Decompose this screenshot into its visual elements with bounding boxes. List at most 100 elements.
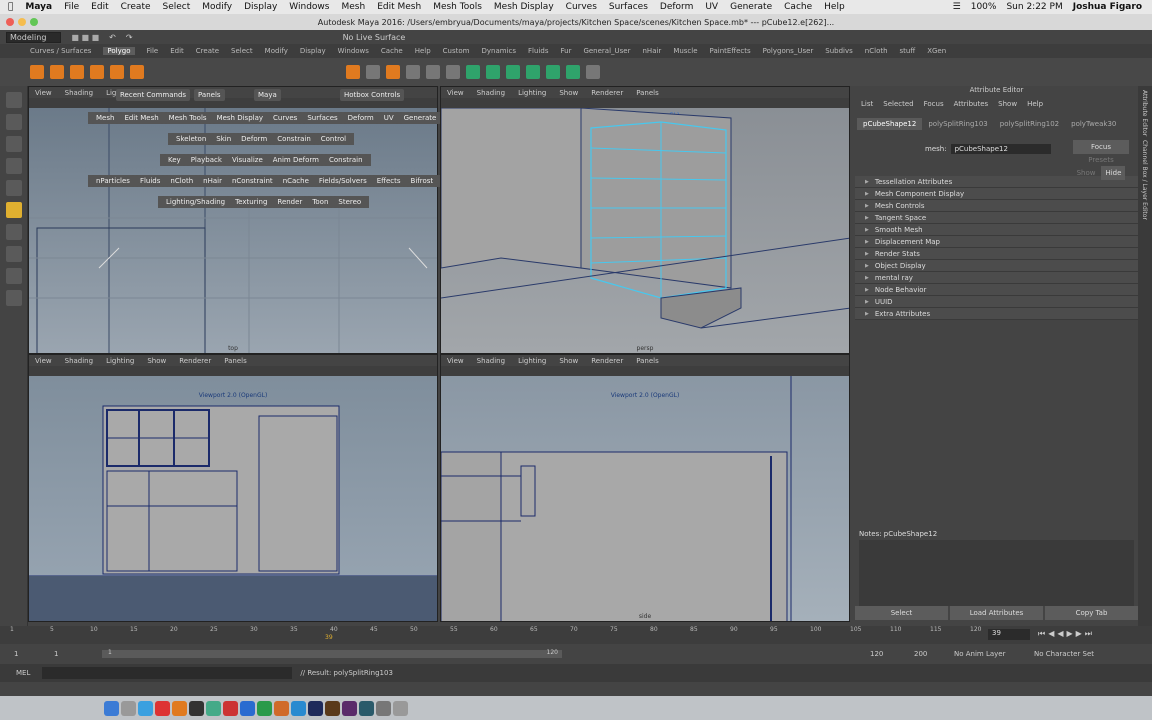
hotbox-item[interactable]: Visualize bbox=[227, 154, 267, 166]
torus-icon[interactable] bbox=[130, 65, 144, 79]
hotbox-item[interactable]: nHair bbox=[199, 175, 226, 187]
menu-edit-mesh[interactable]: Edit Mesh bbox=[377, 2, 421, 12]
outliner-layout-icon[interactable] bbox=[6, 290, 22, 306]
shelf-tab-active[interactable]: Polygo bbox=[103, 47, 135, 55]
minimize-window-icon[interactable] bbox=[18, 18, 26, 26]
mesh-name-field[interactable]: pCubeShape12 bbox=[950, 144, 1051, 154]
hotbox-item[interactable]: Effects bbox=[372, 175, 405, 187]
viewport-bottom-left[interactable]: View Shading Lighting Show Renderer Pane… bbox=[28, 354, 438, 622]
system-preferences-icon[interactable] bbox=[376, 700, 391, 716]
menu-help[interactable]: Help bbox=[824, 2, 845, 12]
hotbox-item[interactable]: Edit Mesh bbox=[120, 112, 163, 124]
menu-cache[interactable]: Cache bbox=[784, 2, 812, 12]
multi-cut-icon[interactable] bbox=[566, 65, 580, 79]
hotbox-item[interactable]: UV bbox=[379, 112, 398, 124]
menu-mesh[interactable]: Mesh bbox=[341, 2, 365, 12]
shelf-tab[interactable]: Modify bbox=[265, 47, 288, 55]
section-header[interactable]: Smooth Mesh bbox=[855, 224, 1138, 236]
select-button[interactable]: Select bbox=[855, 606, 948, 620]
move-tool-icon[interactable] bbox=[6, 158, 22, 174]
viewport-canvas[interactable]: Viewport 2.0 (OpenGL) side bbox=[441, 376, 849, 621]
notes-field[interactable] bbox=[859, 540, 1134, 606]
hotbox-item[interactable]: Bifrost bbox=[406, 175, 438, 187]
undo-icon[interactable]: ↶ bbox=[109, 33, 116, 42]
section-header[interactable]: mental ray bbox=[855, 272, 1138, 284]
trash-icon[interactable] bbox=[393, 700, 408, 716]
section-header[interactable]: Object Display bbox=[855, 260, 1138, 272]
shelf-tab[interactable]: Windows bbox=[338, 47, 369, 55]
clock[interactable]: Sun 2:22 PM bbox=[1006, 2, 1062, 12]
word-icon[interactable] bbox=[240, 700, 255, 716]
boolean-icon[interactable] bbox=[426, 65, 440, 79]
sphere-icon[interactable] bbox=[30, 65, 44, 79]
hotbox-item[interactable]: Texturing bbox=[231, 196, 272, 208]
hotbox-item[interactable]: Mesh bbox=[92, 112, 119, 124]
hotbox-item[interactable]: Skeleton bbox=[172, 133, 211, 145]
shelf-tab[interactable]: Create bbox=[196, 47, 219, 55]
hotbox-item[interactable]: Skin bbox=[212, 133, 236, 145]
messages-icon[interactable] bbox=[206, 700, 221, 716]
shelf-tab[interactable]: General_User bbox=[583, 47, 630, 55]
viewport-canvas[interactable]: Viewport 2.0 (OpenGL) bbox=[29, 376, 437, 621]
launchpad-icon[interactable] bbox=[121, 700, 136, 716]
hotbox-item[interactable]: nCloth bbox=[166, 175, 198, 187]
lasso-tool-icon[interactable] bbox=[6, 114, 22, 130]
photoshop-icon[interactable] bbox=[308, 700, 323, 716]
rotate-tool-icon[interactable] bbox=[6, 180, 22, 196]
hotbox-item[interactable]: nParticles bbox=[92, 175, 134, 187]
close-window-icon[interactable] bbox=[6, 18, 14, 26]
hotbox-recent-commands[interactable]: Recent Commands bbox=[116, 89, 191, 101]
range-start-field[interactable]: 1 bbox=[54, 650, 94, 658]
hotbox-maya[interactable]: Maya bbox=[254, 89, 281, 101]
hotbox-item[interactable]: Constrain bbox=[325, 154, 367, 166]
tab-polysplitring102[interactable]: polySplitRing102 bbox=[994, 118, 1065, 130]
safari-icon[interactable] bbox=[138, 700, 153, 716]
premiere-icon[interactable] bbox=[342, 700, 357, 716]
vp-menu-show[interactable]: Show bbox=[147, 357, 166, 365]
character-set-dropdown[interactable]: No Character Set bbox=[1034, 650, 1124, 658]
fill-hole-icon[interactable] bbox=[526, 65, 540, 79]
command-input[interactable] bbox=[42, 667, 293, 679]
shelf-tab[interactable]: Fluids bbox=[528, 47, 548, 55]
start-frame-field[interactable]: 1 bbox=[14, 650, 54, 658]
hotbox-item[interactable]: Anim Deform bbox=[268, 154, 323, 166]
extract-icon[interactable] bbox=[386, 65, 400, 79]
shelf-tab[interactable]: File bbox=[147, 47, 159, 55]
separate-icon[interactable] bbox=[366, 65, 380, 79]
shelf-tab[interactable]: stuff bbox=[900, 47, 916, 55]
vp-menu-panels[interactable]: Panels bbox=[224, 357, 247, 365]
tab-polytweak30[interactable]: polyTweak30 bbox=[1065, 118, 1122, 130]
chrome-icon[interactable] bbox=[155, 700, 170, 716]
ae-menu-attributes[interactable]: Attributes bbox=[954, 100, 989, 108]
viewport-toolbar[interactable] bbox=[441, 98, 849, 108]
hide-button[interactable]: Hide bbox=[1101, 166, 1126, 180]
section-header[interactable]: UUID bbox=[855, 296, 1138, 308]
range-end-field[interactable]: 120 bbox=[870, 650, 914, 658]
vp-menu-panels[interactable]: Panels bbox=[636, 357, 659, 365]
hotbox-item[interactable]: Constrain bbox=[273, 133, 315, 145]
cone-icon[interactable] bbox=[90, 65, 104, 79]
ae-menu-help[interactable]: Help bbox=[1027, 100, 1043, 108]
menu-surfaces[interactable]: Surfaces bbox=[609, 2, 648, 12]
hotbox-item[interactable]: Deform bbox=[237, 133, 272, 145]
shelf-tab[interactable]: Dynamics bbox=[482, 47, 517, 55]
vp-menu-lighting[interactable]: Lighting bbox=[106, 357, 134, 365]
cube-icon[interactable] bbox=[50, 65, 64, 79]
menu-windows[interactable]: Windows bbox=[289, 2, 329, 12]
hotbox-item[interactable]: Mesh Display bbox=[212, 112, 268, 124]
shelf-tab[interactable]: nHair bbox=[643, 47, 662, 55]
time-slider[interactable]: 1 5 10 15 20 25 30 35 40 45 50 55 60 65 … bbox=[0, 626, 1152, 644]
ae-menu-show[interactable]: Show bbox=[998, 100, 1017, 108]
ae-menu-selected[interactable]: Selected bbox=[883, 100, 913, 108]
side-tab-attribute-editor[interactable]: Attribute Editor bbox=[1141, 90, 1148, 136]
section-header[interactable]: Displacement Map bbox=[855, 236, 1138, 248]
hotbox-item[interactable]: Stereo bbox=[334, 196, 366, 208]
extrude-icon[interactable] bbox=[466, 65, 480, 79]
anim-layer-dropdown[interactable]: No Anim Layer bbox=[954, 650, 1034, 658]
tab-polysplitring103[interactable]: polySplitRing103 bbox=[922, 118, 993, 130]
uv-editor-icon[interactable] bbox=[586, 65, 600, 79]
shelf-tab[interactable]: Edit bbox=[170, 47, 184, 55]
hotbox-item[interactable]: Fields/Solvers bbox=[314, 175, 371, 187]
hotbox-item[interactable]: Control bbox=[316, 133, 351, 145]
hotbox-item[interactable]: Render bbox=[273, 196, 307, 208]
